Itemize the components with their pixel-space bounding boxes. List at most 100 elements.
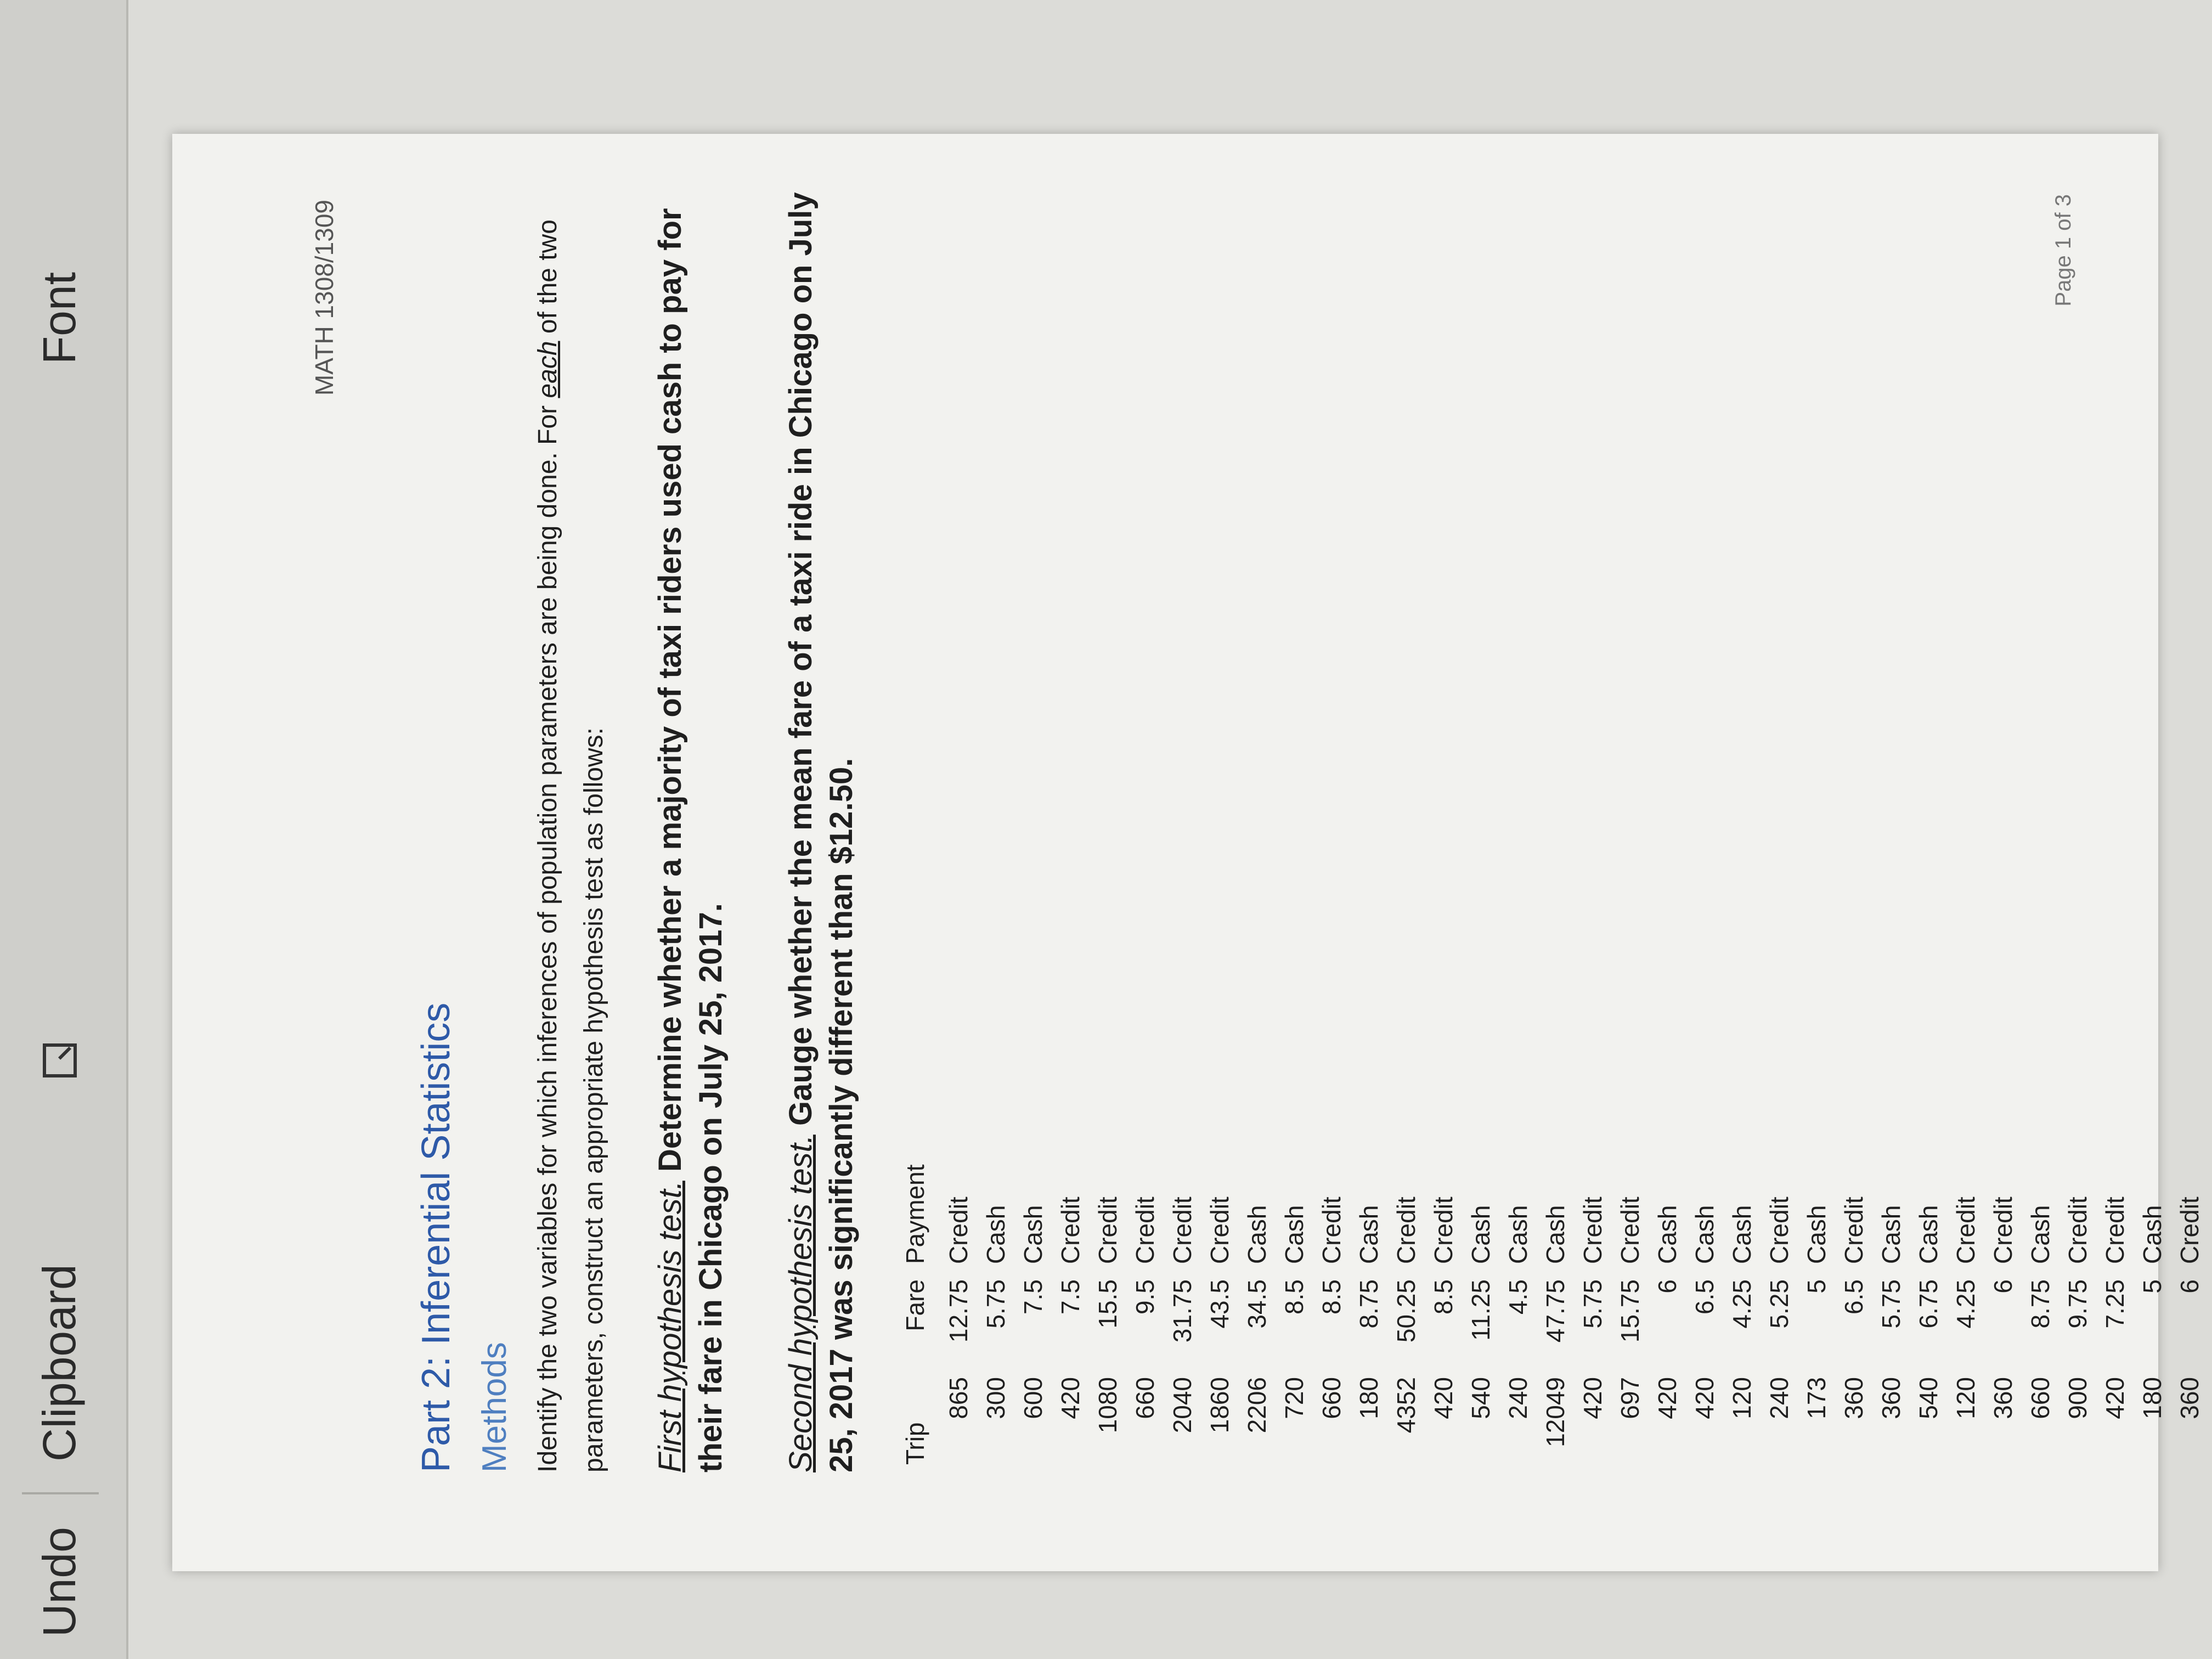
table-row: 600 7.5 Cash [1014, 1156, 1052, 1472]
trip-cell: 660 [1317, 1377, 1346, 1419]
table-row: 360 6 Credit [1984, 1156, 2022, 1472]
table-row: 120 4.25 Cash [1723, 1156, 1760, 1472]
table-row: 540 6.75 Cash [1910, 1156, 1947, 1472]
fare-cell: 4.25 [1951, 1279, 1980, 1329]
table-header-row: Trip Fare Payment [900, 1156, 940, 1472]
dialog-launcher-icon[interactable] [43, 1043, 77, 1077]
undo-button[interactable]: Undo [33, 1527, 86, 1637]
payment-cell: Cash [1690, 1205, 1719, 1264]
payment-cell: Credit [1131, 1197, 1159, 1264]
trip-cell: 865 [944, 1377, 973, 1419]
payment-cell: Credit [1578, 1197, 1607, 1264]
table-row: 420 6.5 Cash [1686, 1156, 1723, 1472]
intro-line-2: parameters, construct an appropriate hyp… [579, 727, 608, 1472]
rotated-screen: Undo Clipboard Font MATH 1308/1309 Part … [0, 0, 2212, 1659]
table-row: 865 12.75 Credit [940, 1156, 977, 1472]
table-row: 420 5.75 Credit [1574, 1156, 1611, 1472]
trip-cell: 660 [1131, 1377, 1159, 1419]
fare-cell: 15.5 [1093, 1279, 1122, 1329]
fare-cell: 47.75 [1541, 1279, 1570, 1343]
table-row: 300 5.75 Cash [977, 1156, 1014, 1472]
intro-text-b: of the two [533, 219, 562, 341]
trip-cell: 600 [1019, 1377, 1047, 1419]
fare-cell: 7.5 [1019, 1279, 1047, 1314]
payment-cell: Credit [1056, 1197, 1085, 1264]
payment-cell: Credit [1317, 1197, 1346, 1264]
intro-text-a: Identify the two variables for which inf… [533, 398, 562, 1472]
payment-cell: Credit [1951, 1197, 1980, 1264]
fare-cell: 6.5 [1690, 1279, 1719, 1314]
fare-cell: 5.75 [981, 1279, 1010, 1329]
table-row: 360 5.75 Cash [1872, 1156, 1910, 1472]
payment-cell: Cash [2138, 1205, 2166, 1264]
payment-cell: Credit [1989, 1197, 2017, 1264]
fare-cell: 9.5 [1131, 1279, 1159, 1314]
trip-cell: 360 [1989, 1377, 2017, 1419]
table-row: 2040 31.75 Credit [1164, 1156, 1201, 1472]
payment-cell: Credit [1839, 1197, 1868, 1264]
second-hypothesis: Second hypothesis test. Gauge whether th… [781, 167, 862, 1472]
table-row: 540 11.25 Cash [1462, 1156, 1499, 1472]
data-table: Trip Fare Payment 865 12.75 Credit 300 5.75 C… [900, 1156, 2208, 1472]
trip-cell: 900 [2063, 1377, 2092, 1419]
trip-cell: 173 [1802, 1377, 1831, 1419]
payment-cell: Credit [1093, 1197, 1122, 1264]
trip-cell: 697 [1616, 1377, 1644, 1419]
trip-cell: 540 [1914, 1377, 1943, 1419]
trip-cell: 360 [1839, 1377, 1868, 1419]
trip-cell: 420 [1690, 1377, 1719, 1419]
header-trip: Trip [901, 1422, 929, 1465]
payment-cell: Credit [1616, 1197, 1644, 1264]
table-row: 1860 43.5 Credit [1201, 1156, 1238, 1472]
trip-cell: 180 [2138, 1377, 2166, 1419]
fare-cell: 6 [1653, 1279, 1681, 1294]
fare-cell: 6.75 [1914, 1279, 1943, 1329]
trip-cell: 420 [2101, 1377, 2129, 1419]
payment-cell: Credit [1392, 1197, 1420, 1264]
payment-cell: Credit [1168, 1197, 1197, 1264]
fare-cell: 5.75 [1578, 1279, 1607, 1329]
table-row: 240 5.25 Credit [1760, 1156, 1798, 1472]
table-row: 420 7.5 Credit [1052, 1156, 1089, 1472]
table-body: 865 12.75 Credit 300 5.75 Cash 600 7.5 Cash 420 7.… [940, 1156, 2208, 1472]
document-body: Part 2: Inferential Statistics Methods I… [414, 167, 2208, 1472]
fare-cell: 34.5 [1243, 1279, 1271, 1329]
payment-cell: Cash [981, 1205, 1010, 1264]
payment-cell: Credit [944, 1197, 973, 1264]
payment-cell: Credit [2101, 1197, 2129, 1264]
ribbon: Undo Clipboard Font [0, 0, 128, 1659]
trip-cell: 12049 [1541, 1377, 1570, 1447]
payment-cell: Credit [1205, 1197, 1234, 1264]
second-hypothesis-label: Second hypothesis test. [783, 1135, 819, 1472]
fare-cell: 43.5 [1205, 1279, 1234, 1329]
trip-cell: 420 [1429, 1377, 1458, 1419]
trip-cell: 240 [1765, 1377, 1793, 1419]
trip-cell: 660 [2026, 1377, 2055, 1419]
fare-cell: 4.25 [1728, 1279, 1756, 1329]
payment-cell: Cash [1728, 1205, 1756, 1264]
fare-cell: 8.5 [1280, 1279, 1308, 1314]
payment-cell: Credit [1765, 1197, 1793, 1264]
trip-cell: 120 [1951, 1377, 1980, 1419]
first-hypothesis: First hypothesis test. Determine whether… [650, 167, 731, 1472]
fare-cell: 8.5 [1429, 1279, 1458, 1314]
clipboard-group-label: Clipboard [33, 1264, 85, 1462]
trip-cell: 360 [2175, 1377, 2204, 1419]
table-row: 720 8.5 Cash [1276, 1156, 1313, 1472]
fare-cell: 8.75 [1355, 1279, 1383, 1329]
fare-cell: 5.25 [1765, 1279, 1793, 1329]
fare-cell: 15.75 [1616, 1279, 1644, 1343]
document-page[interactable]: MATH 1308/1309 Part 2: Inferential Stati… [172, 134, 2204, 1571]
fare-cell: 12.75 [944, 1279, 973, 1343]
trip-cell: 240 [1504, 1377, 1532, 1419]
table-row: 420 8.5 Credit [1425, 1156, 1462, 1472]
fare-cell: 5 [2138, 1279, 2166, 1294]
trip-cell: 180 [1355, 1377, 1383, 1419]
trip-cell: 2206 [1243, 1377, 1271, 1434]
trip-cell: 2040 [1168, 1377, 1197, 1434]
header-fare: Fare [901, 1279, 929, 1331]
ribbon-separator [22, 1492, 99, 1494]
fare-cell: 11.25 [1466, 1279, 1495, 1341]
payment-cell: Cash [1280, 1205, 1308, 1264]
fare-cell: 8.75 [2026, 1279, 2055, 1329]
